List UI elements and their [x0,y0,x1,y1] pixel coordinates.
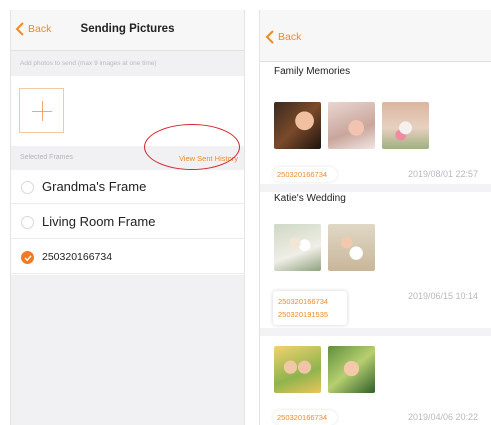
album-title: Katie's Wedding [274,193,346,204]
checkmark-icon[interactable] [21,251,34,264]
radio-unchecked-icon[interactable] [21,181,34,194]
page-title: Sending Pictures [80,23,175,35]
photo-thumbnail[interactable] [328,224,375,271]
chevron-left-icon [265,30,274,44]
empty-area [11,275,244,425]
sent-timestamp: 2019/08/01 22:57 [408,169,479,179]
divider [260,184,491,192]
sent-frame-badge: 250320166734 [273,410,338,425]
back-button[interactable]: Back [265,30,301,44]
photo-thumbnail[interactable] [328,346,375,393]
frame-label: Grandma's Frame [42,179,147,194]
frame-label: Living Room Frame [42,214,156,229]
sent-timestamp: 2019/04/06 20:22 [408,412,479,422]
album-title: Family Memories [274,66,351,77]
sent-timestamp: 2019/06/15 10:14 [408,291,479,301]
sending-pictures-screen: Back Sending Pictures Add photos to send… [10,10,245,425]
sent-frame-id: 250320191535 [278,310,329,319]
selected-frames-label: Selected Frames [20,154,73,161]
frame-row-250320166734[interactable]: 250320166734 [11,240,244,274]
sent-frame-id: 250320166734 [278,297,329,306]
divider [260,328,491,336]
navigation-bar: Back [260,10,491,62]
sent-history-screen: Back Family Memories 250320166734 2019/0… [259,10,491,425]
back-label: Back [278,31,302,43]
photo-thumbnail[interactable] [274,346,321,393]
sent-frame-badge: 250320166734 [273,167,338,182]
selected-frames-header: Selected Frames View Sent History [11,146,244,170]
radio-unchecked-icon[interactable] [21,216,34,229]
frame-row-grandma[interactable]: Grandma's Frame [11,170,244,204]
photo-thumbnail[interactable] [274,102,321,149]
photo-thumbnail[interactable] [274,224,321,271]
sent-frames-popup: 250320166734 250320191535 [273,291,347,325]
photo-thumbnail[interactable] [328,102,375,149]
photo-thumbnail[interactable] [382,102,429,149]
frame-row-living-room[interactable]: Living Room Frame [11,205,244,239]
view-sent-history-link[interactable]: View Sent History [179,154,238,163]
add-photo-button[interactable] [19,88,64,133]
navigation-bar: Back Sending Pictures [11,10,244,51]
frame-label: 250320166734 [42,251,113,263]
add-photos-hint: Add photos to send (max 9 images at one … [11,51,244,76]
